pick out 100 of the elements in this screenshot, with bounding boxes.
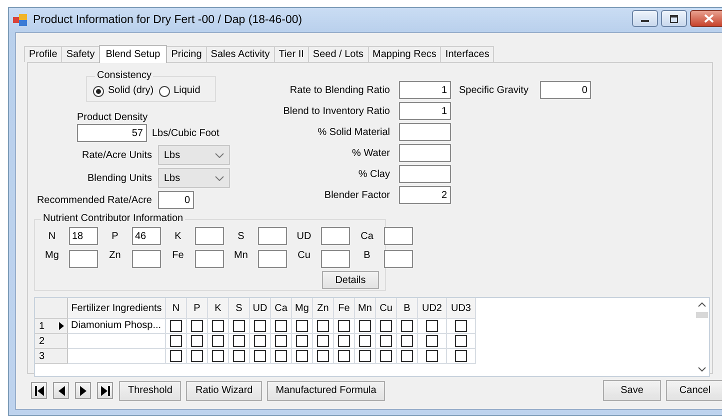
checkbox[interactable] [212,335,224,347]
input-field[interactable]: 18 [69,227,98,245]
tab[interactable]: Mapping Recs [368,46,442,62]
checkbox[interactable] [212,350,224,362]
checkbox[interactable] [359,350,371,362]
next-record-button[interactable] [75,382,91,399]
input-field[interactable] [321,227,350,245]
input-field[interactable]: 2 [399,186,451,204]
checkbox[interactable] [170,350,182,362]
checkbox[interactable] [275,320,287,332]
column-header[interactable]: N [166,298,187,319]
checkbox[interactable] [275,350,287,362]
column-header[interactable]: Mn [355,298,376,319]
radio-option[interactable]: Solid (dry) [93,85,154,97]
input-field[interactable] [69,250,98,268]
input-field[interactable] [258,227,287,245]
scroll-up-icon[interactable] [698,302,706,307]
checkbox[interactable] [426,350,438,362]
checkbox[interactable] [296,320,308,332]
input-field[interactable] [321,250,350,268]
input-field[interactable] [399,144,451,162]
minimize-button[interactable] [632,10,658,27]
checkbox[interactable] [455,320,467,332]
checkbox[interactable] [426,320,438,332]
last-record-button[interactable] [97,382,113,399]
table-cell[interactable] [68,334,166,349]
checkbox[interactable] [254,320,266,332]
column-header[interactable]: UD3 [447,298,476,319]
checkbox[interactable] [317,350,329,362]
row-header[interactable]: 3 [35,349,68,364]
checkbox[interactable] [338,320,350,332]
scroll-thumb[interactable] [696,312,708,318]
checkbox[interactable] [191,350,203,362]
checkbox[interactable] [317,335,329,347]
checkbox[interactable] [296,335,308,347]
tab[interactable]: Profile [24,46,62,62]
checkbox[interactable] [338,335,350,347]
input-field[interactable]: 1 [399,102,451,120]
column-header[interactable]: Cu [376,298,397,319]
column-header[interactable]: Mg [292,298,313,319]
checkbox[interactable] [254,335,266,347]
input-field[interactable]: 57 [77,124,147,142]
details-button[interactable]: Details [322,271,379,289]
input-field[interactable] [258,250,287,268]
dropdown[interactable]: Lbs [158,168,230,188]
checkbox[interactable] [170,335,182,347]
checkbox[interactable] [212,320,224,332]
row-header[interactable]: 1 [35,319,68,334]
checkbox[interactable] [233,335,245,347]
checkbox[interactable] [380,350,392,362]
column-header[interactable]: Fertilizer Ingredients [68,298,166,319]
checkbox[interactable] [455,335,467,347]
input-field[interactable] [399,123,451,141]
checkbox[interactable] [359,320,371,332]
input-field[interactable] [384,227,413,245]
column-header[interactable]: S [229,298,250,319]
checkbox[interactable] [233,350,245,362]
input-field[interactable]: 1 [399,81,451,99]
dialog-button[interactable]: Save [603,380,661,401]
input-field[interactable]: 0 [158,191,194,209]
tab[interactable]: Pricing [166,46,207,62]
input-field[interactable] [195,227,224,245]
column-header[interactable]: UD [250,298,271,319]
scroll-down-icon[interactable] [698,367,706,372]
input-field[interactable]: 46 [132,227,161,245]
input-field[interactable] [195,250,224,268]
column-header[interactable]: UD2 [418,298,447,319]
checkbox[interactable] [191,320,203,332]
toolbar-button[interactable]: Ratio Wizard [186,380,262,400]
checkbox[interactable] [296,350,308,362]
column-header[interactable]: Fe [334,298,355,319]
checkbox[interactable] [380,335,392,347]
dialog-button[interactable]: Cancel [666,380,722,401]
checkbox[interactable] [338,350,350,362]
toolbar-button[interactable]: Manufactured Formula [266,380,386,400]
checkbox[interactable] [426,335,438,347]
checkbox[interactable] [317,320,329,332]
column-header[interactable]: K [208,298,229,319]
checkbox[interactable] [455,350,467,362]
close-button[interactable] [690,10,722,27]
column-header[interactable]: Zn [313,298,334,319]
checkbox[interactable] [170,320,182,332]
column-header[interactable]: B [397,298,418,319]
checkbox[interactable] [401,320,413,332]
tab[interactable]: Sales Activity [206,46,275,62]
checkbox[interactable] [380,320,392,332]
column-header[interactable]: P [187,298,208,319]
maximize-button[interactable] [661,10,687,27]
previous-record-button[interactable] [53,382,69,399]
checkbox[interactable] [359,335,371,347]
table-cell[interactable]: Diamonium Phosp... [68,319,166,334]
checkbox[interactable] [233,320,245,332]
checkbox[interactable] [401,350,413,362]
input-field[interactable] [399,165,451,183]
checkbox[interactable] [191,335,203,347]
table-cell[interactable] [68,349,166,364]
input-field[interactable]: 0 [540,81,592,99]
input-field[interactable] [384,250,413,268]
checkbox[interactable] [401,335,413,347]
column-header[interactable]: Ca [271,298,292,319]
